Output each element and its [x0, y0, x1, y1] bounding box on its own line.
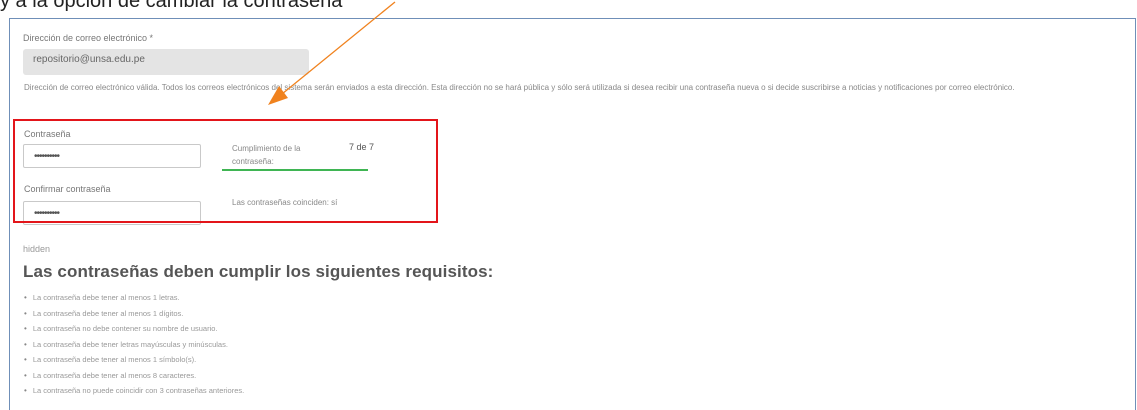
arrow-head	[268, 86, 288, 105]
arrow-shaft	[281, 1, 396, 95]
annotation-arrow-icon	[268, 1, 396, 105]
